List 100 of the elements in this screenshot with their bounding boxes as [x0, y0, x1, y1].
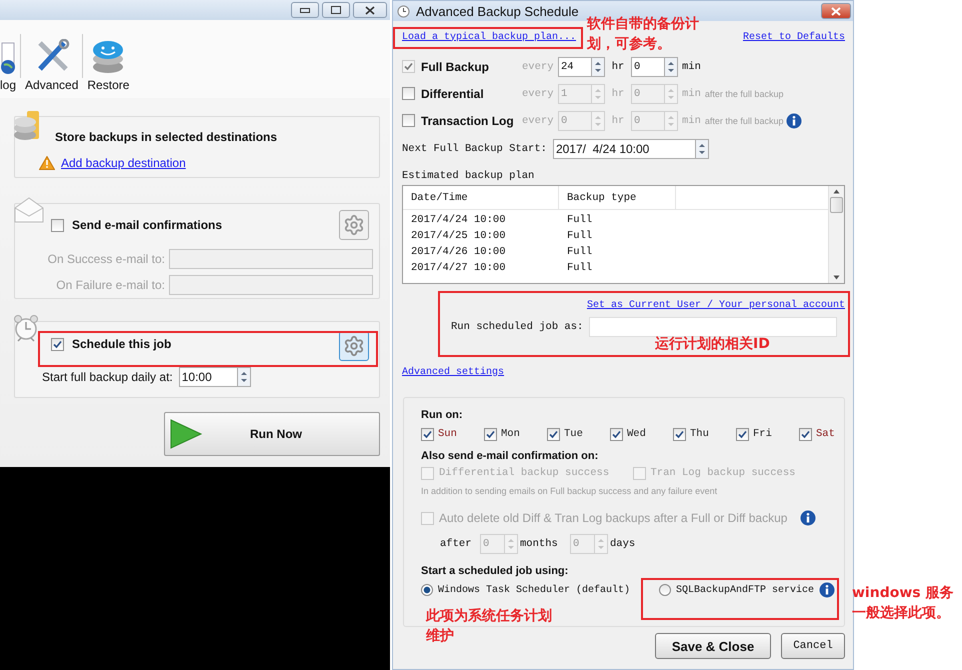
checkbox[interactable] — [421, 428, 434, 440]
close-button[interactable] — [353, 2, 387, 18]
spinner-arrows-icon[interactable] — [664, 56, 678, 76]
minutes-unit: min — [681, 114, 701, 126]
reset-defaults-link[interactable]: Reset to Defaults — [742, 32, 845, 42]
after-label: after — [440, 538, 473, 550]
minimize-button[interactable] — [291, 2, 319, 18]
checkbox[interactable] — [799, 428, 812, 440]
toolbar-button[interactable]: Restore — [83, 39, 134, 92]
settings-button[interactable] — [339, 210, 369, 240]
radio-button[interactable] — [421, 584, 433, 596]
spinner-arrows-icon[interactable] — [591, 56, 605, 76]
checkbox[interactable] — [51, 338, 64, 350]
maximize-icon — [331, 6, 341, 14]
checkbox[interactable] — [402, 114, 415, 127]
checkbox[interactable] — [402, 87, 415, 100]
close-icon — [831, 6, 841, 16]
set-current-user-link[interactable]: Set as Current User / Your personal account — [586, 300, 845, 310]
table-cell-text: 2017/4/25 10:00 — [410, 230, 507, 242]
load-plan-link[interactable]: Load a typical backup plan... — [402, 32, 576, 42]
table-cell-text: Full — [566, 214, 594, 226]
clock-icon — [397, 4, 410, 18]
option-label: Windows Task Scheduler (default) — [438, 584, 630, 596]
scroll-down-icon[interactable] — [833, 275, 840, 280]
info-icon[interactable] — [819, 582, 836, 598]
day-label: Fri — [753, 428, 772, 440]
cancel-button[interactable]: Cancel — [781, 633, 845, 659]
checkbox[interactable] — [484, 428, 497, 440]
day-label: Wed — [627, 428, 646, 440]
scroll-thumb[interactable] — [830, 197, 843, 213]
hours-unit: hr — [610, 114, 626, 126]
run-as-field[interactable] — [589, 317, 838, 337]
radio-button[interactable] — [659, 584, 671, 596]
settings-button[interactable] — [339, 331, 369, 361]
checkbox[interactable] — [610, 428, 623, 440]
email-field[interactable] — [169, 275, 373, 295]
info-icon[interactable] — [786, 112, 802, 128]
spinner-arrows-icon[interactable] — [236, 367, 251, 387]
scrollbar[interactable] — [828, 186, 844, 283]
minutes-unit: min — [681, 60, 701, 72]
field-label: On Failure e-mail to: — [55, 278, 165, 292]
column-header[interactable]: Backup type — [559, 186, 676, 209]
toolbar-button[interactable]: Advanced — [21, 39, 82, 92]
close-button[interactable] — [821, 3, 851, 19]
annotation-note: windows 服务一般选择此项。 — [852, 584, 954, 623]
next-start-label: Next Full Backup Start: — [402, 143, 547, 155]
hours-unit: hr — [610, 88, 626, 100]
checkbox[interactable] — [673, 428, 686, 440]
checkbox[interactable] — [51, 218, 64, 232]
column-header[interactable]: Date/Time — [403, 186, 559, 209]
maximize-button[interactable] — [322, 2, 350, 18]
table-cell-text: 2017/4/26 10:00 — [410, 246, 507, 258]
warning-icon — [39, 156, 55, 170]
minutes-unit: min — [681, 88, 701, 100]
backup-type-label: Full Backup — [420, 60, 490, 74]
email-confirmations-label: Send e-mail confirmations — [72, 218, 222, 232]
schedule-job-label: Schedule this job — [72, 337, 172, 351]
date-time-field[interactable]: 2017/ 4/24 10:00 — [552, 139, 695, 159]
checkbox[interactable] — [402, 60, 415, 73]
info-icon[interactable] — [800, 510, 816, 526]
day-label: Sun — [438, 428, 457, 440]
interval-note: after the full backup — [704, 116, 784, 126]
day-label: Tue — [564, 428, 583, 440]
number-field[interactable]: 24 — [558, 56, 591, 76]
every-label: every — [522, 114, 555, 126]
settings-icon — [343, 335, 365, 357]
close-icon — [365, 6, 375, 14]
table-cell-text: 2017/4/27 10:00 — [410, 262, 507, 274]
every-label: every — [522, 88, 555, 100]
auto-delete-label: Auto delete old Diff & Tran Log backups after a Full or Diff backup — [439, 511, 788, 525]
add-destination-link[interactable]: Add backup destination — [61, 156, 186, 170]
number-field[interactable]: 0 — [631, 56, 664, 76]
day-label: Mon — [501, 428, 520, 440]
table-cell-text: Full — [566, 230, 594, 242]
option-label: Differential backup success — [439, 467, 610, 479]
spinner-arrows-icon[interactable] — [694, 139, 709, 159]
minimize-icon — [300, 8, 310, 12]
annotation-note: 软件自带的备份计划，可参考。 — [587, 15, 700, 54]
annotation-note: 此项为系统任务计划维护 — [426, 607, 553, 646]
save-close-button[interactable]: Save & Close — [655, 633, 771, 659]
option-label: SQLBackupAndFTP service — [676, 584, 814, 596]
email-note: In addition to sending emails on Full backup success and any failure event — [421, 486, 718, 496]
window-title: Advanced Backup Schedule — [416, 4, 580, 18]
toolbar-button[interactable]: log — [0, 41, 20, 92]
checkbox[interactable] — [547, 428, 560, 440]
run-now-button[interactable]: Run Now — [164, 412, 380, 456]
option-label: Tran Log backup success — [650, 467, 796, 479]
email-field[interactable] — [169, 249, 373, 269]
field-label: On Success e-mail to: — [46, 252, 165, 266]
every-label: every — [522, 60, 555, 72]
scroll-up-icon[interactable] — [833, 189, 840, 194]
advanced-settings-link[interactable]: Advanced settings — [402, 366, 504, 378]
table-cell-text: Full — [566, 246, 594, 258]
plan-title: Estimated backup plan — [402, 170, 536, 182]
months-label: months — [520, 538, 559, 550]
table-cell-text: 2017/4/24 10:00 — [410, 214, 507, 226]
settings-icon — [343, 214, 365, 236]
checkbox[interactable] — [736, 428, 749, 440]
section-title: Also send e-mail confirmation on: — [421, 450, 600, 462]
time-field[interactable]: 10:00 — [178, 367, 237, 387]
